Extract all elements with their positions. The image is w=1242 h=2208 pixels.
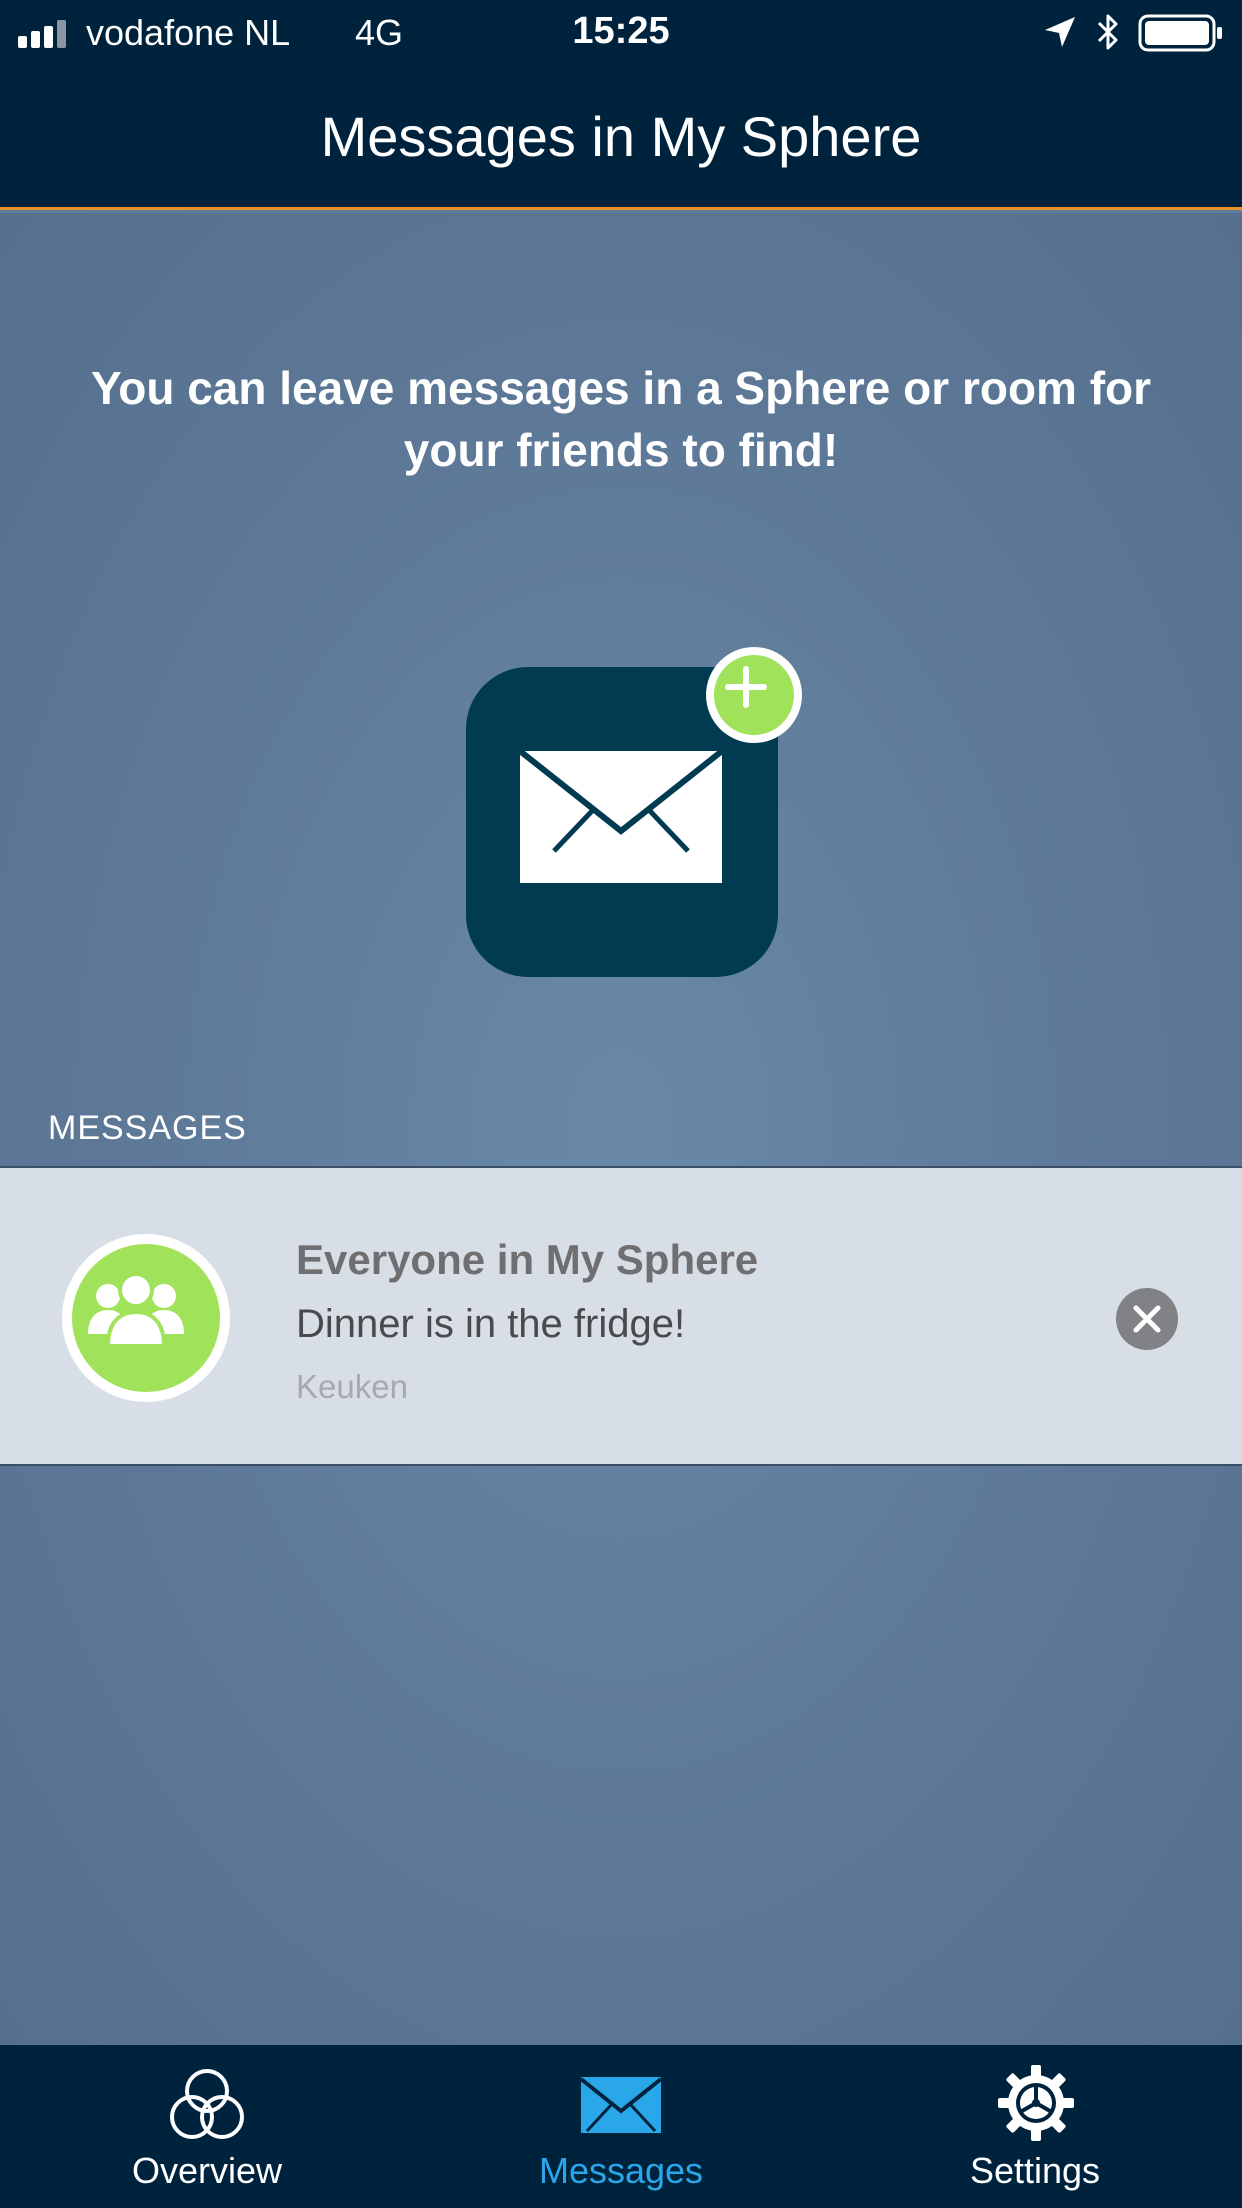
tab-label-settings: Settings	[969, 2150, 1101, 2191]
plus-badge	[706, 647, 802, 743]
envelope-icon	[581, 2077, 661, 2133]
message-recipient: Everyone in My Sphere	[296, 1236, 759, 1283]
tab-messages[interactable]: Messages	[414, 2045, 828, 2208]
message-body: Dinner is in the fridge!	[296, 1302, 686, 1346]
tab-settings[interactable]: Settings	[828, 2045, 1242, 2208]
spheres-icon	[170, 2069, 244, 2139]
page-title: Messages in My Sphere	[320, 105, 922, 168]
location-arrow-icon	[1045, 17, 1075, 47]
group-icon	[88, 1272, 184, 1348]
bluetooth-icon	[1097, 14, 1118, 50]
gear-icon	[998, 2065, 1074, 2141]
battery-icon	[1138, 14, 1222, 52]
messages-content: You can leave messages in a Sphere or ro…	[0, 213, 1242, 2045]
tab-label-messages: Messages	[538, 2150, 704, 2191]
plus-icon	[725, 666, 767, 708]
envelope-icon	[520, 751, 722, 883]
intro-text: You can leave messages in a Sphere or ro…	[90, 362, 1152, 476]
recipient-avatar	[62, 1234, 230, 1402]
tab-overview[interactable]: Overview	[0, 2045, 414, 2208]
message-item[interactable]: Everyone in My Sphere Dinner is in the f…	[0, 1166, 1242, 1466]
close-icon	[1133, 1305, 1161, 1333]
status-bar: vodafone NL 4G 15:25	[0, 0, 1242, 64]
tab-bar: Overview Messages Settings	[0, 2045, 1242, 2208]
messages-section-header: MESSAGES	[48, 1109, 247, 1147]
message-location: Keuken	[296, 1368, 408, 1405]
navigation-bar: Messages in My Sphere	[0, 64, 1242, 210]
delete-message-button[interactable]	[1116, 1288, 1178, 1350]
tab-label-overview: Overview	[131, 2150, 283, 2191]
add-message-button[interactable]	[466, 647, 802, 977]
